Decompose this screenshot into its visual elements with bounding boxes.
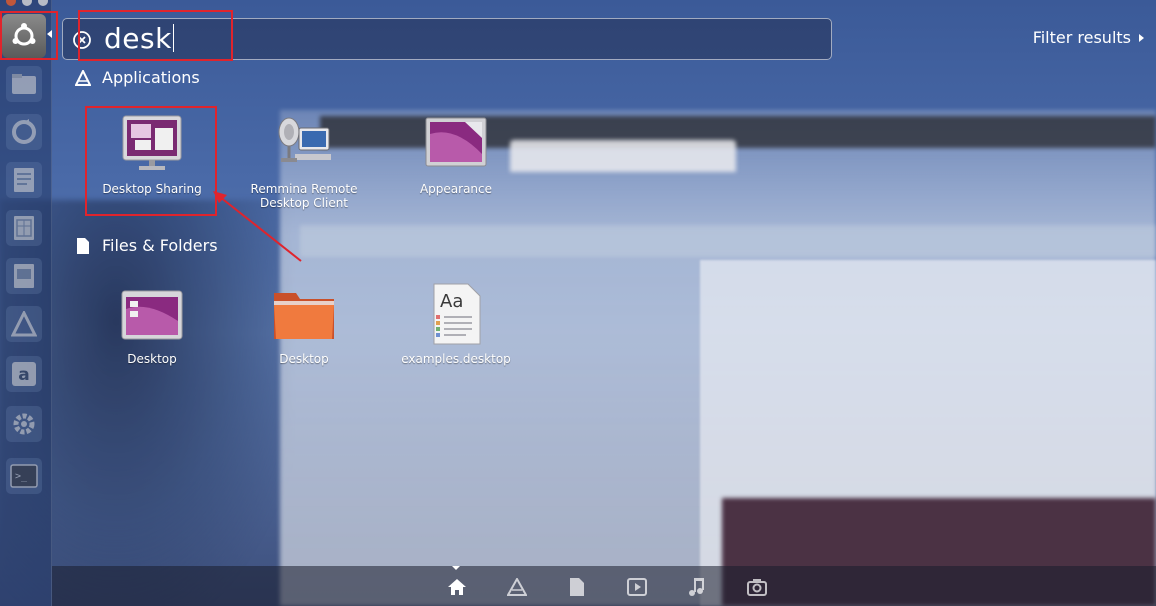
active-lens-indicator-icon <box>452 566 460 570</box>
terminal-icon[interactable]: >_ <box>6 458 42 494</box>
result-label: Desktop <box>127 352 177 366</box>
result-desktop-folder-2[interactable]: Desktop <box>229 282 379 366</box>
filter-results-button[interactable]: Filter results <box>1033 28 1144 47</box>
lens-bar <box>52 566 1156 606</box>
svg-text:a: a <box>18 365 29 385</box>
result-label: Desktop <box>279 352 329 366</box>
annotation-arrow-icon <box>213 191 302 262</box>
maximize-window-icon[interactable] <box>38 0 48 6</box>
chevron-right-icon <box>1139 33 1144 42</box>
category-title: Applications <box>102 68 200 87</box>
amazon-icon[interactable]: a <box>6 356 42 392</box>
filter-results-label: Filter results <box>1032 28 1131 47</box>
writer-icon[interactable] <box>6 162 42 198</box>
category-applications[interactable]: Applications <box>74 68 200 87</box>
impress-icon[interactable] <box>6 258 42 294</box>
backup-icon[interactable] <box>6 114 42 150</box>
category-title: Files & Folders <box>102 236 218 255</box>
svg-text:Aa: Aa <box>440 291 463 312</box>
home-lens-icon[interactable] <box>446 576 468 598</box>
result-desktop-folder-1[interactable]: Desktop <box>77 282 227 366</box>
calc-icon[interactable] <box>6 210 42 246</box>
appearance-icon <box>424 112 488 176</box>
category-files-folders[interactable]: Files & Folders <box>74 236 218 255</box>
launcher: a >_ <box>0 0 52 606</box>
files-category-icon <box>74 237 92 255</box>
files-lens-icon[interactable] <box>566 576 588 598</box>
search-annotation <box>78 10 233 61</box>
window-controls <box>6 0 48 6</box>
desktop-folder-purple-icon <box>120 282 184 346</box>
minimize-window-icon[interactable] <box>22 0 32 6</box>
photo-lens-icon[interactable] <box>746 576 768 598</box>
remmina-icon <box>272 112 336 176</box>
settings-icon[interactable] <box>6 406 42 442</box>
close-window-icon[interactable] <box>6 0 16 6</box>
files-app-icon[interactable] <box>6 66 42 102</box>
background-navbar <box>300 225 1156 257</box>
software-center-icon[interactable] <box>6 306 42 342</box>
text-file-icon: Aa <box>424 282 488 346</box>
result-appearance[interactable]: Appearance <box>381 112 531 196</box>
svg-text:>_: >_ <box>15 471 28 482</box>
result-label: examples.desktop <box>401 352 511 366</box>
result-examples-desktop[interactable]: Aa examples.desktop <box>381 282 531 366</box>
desktop-folder-orange-icon <box>272 282 336 346</box>
music-lens-icon[interactable] <box>686 576 708 598</box>
result-label: Appearance <box>419 182 493 196</box>
applications-lens-icon[interactable] <box>506 576 528 598</box>
applications-category-icon <box>74 69 92 87</box>
dash-button-annotation <box>0 11 58 60</box>
background-tab <box>510 140 736 172</box>
desktop-sharing-annotation <box>85 106 217 216</box>
video-lens-icon[interactable] <box>626 576 648 598</box>
